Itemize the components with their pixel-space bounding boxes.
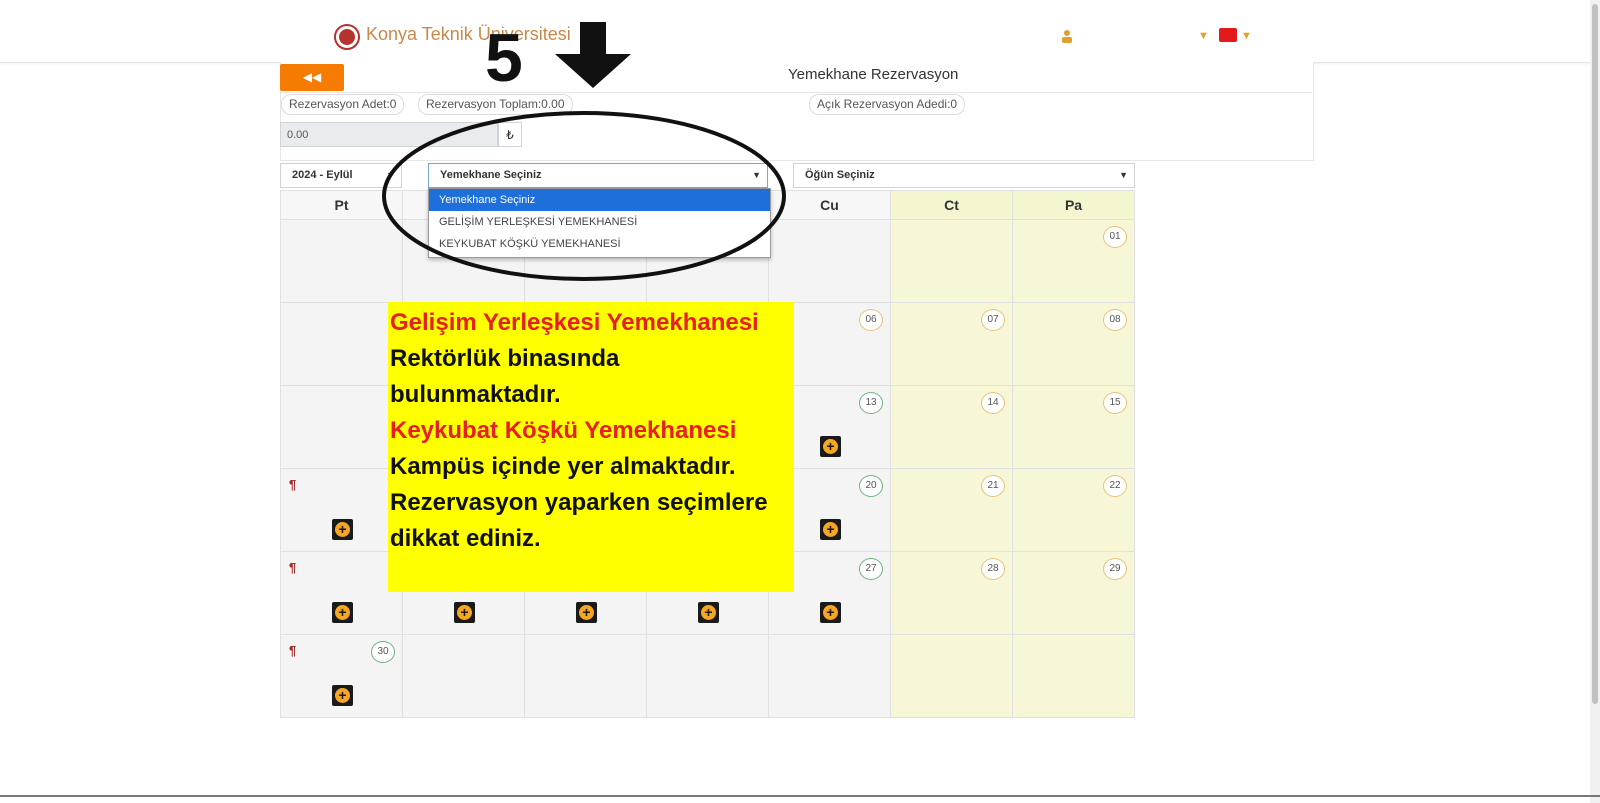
day-number: 21 <box>981 475 1005 497</box>
day-number: 29 <box>1103 558 1127 580</box>
add-reservation-button[interactable] <box>454 602 475 623</box>
day-number: 15 <box>1103 392 1127 414</box>
calendar-day-cell: 28 <box>890 551 1013 635</box>
calendar-day-cell <box>280 302 403 386</box>
top-navbar <box>0 0 1590 63</box>
calendar-week-row: ¶ 30 <box>280 634 1135 718</box>
calendar-day-cell: 01 <box>1012 219 1135 303</box>
calendar-day-cell: 29 <box>1012 551 1135 635</box>
chevron-down-icon: ▼ <box>752 170 761 180</box>
calendar-day-cell: ¶ <box>280 468 403 552</box>
day-number: 27 <box>859 558 883 580</box>
language-caret-icon[interactable]: ▼ <box>1241 30 1252 42</box>
note-highlight: Keykubat Köşkü Yemekhanesi <box>390 417 737 444</box>
calendar-day-cell <box>280 219 403 303</box>
dropdown-option[interactable]: KEYKUBAT KÖŞKÜ YEMEKHANESİ <box>429 233 770 255</box>
calendar-day-cell <box>890 219 1013 303</box>
day-header-pt: Pt <box>280 190 403 220</box>
open-reservation-badge: Açık Rezervasyon Adedi:0 <box>809 94 966 115</box>
fork-knife-icon: ¶ <box>289 560 297 575</box>
note-highlight: Gelişim Yerleşkesi Yemekhanesi <box>390 309 759 336</box>
instruction-note: Gelişim Yerleşkesi Yemekhanesi Rektörlük… <box>388 302 794 592</box>
calendar-day-cell <box>890 634 1013 718</box>
panel-divider <box>280 92 1312 93</box>
back-button[interactable]: ◀◀ <box>280 64 344 91</box>
meal-hall-dropdown-list: Yemekhane Seçiniz GELİŞİM YERLEŞKESİ YEM… <box>428 188 771 258</box>
meal-time-select-value: Öğün Seçiniz <box>805 169 875 181</box>
chevron-down-icon: ▼ <box>386 170 395 180</box>
user-menu-caret-icon[interactable]: ▼ <box>1198 30 1209 42</box>
day-header-ct: Ct <box>890 190 1013 220</box>
day-number: 20 <box>859 475 883 497</box>
turkish-flag-icon[interactable] <box>1219 28 1237 42</box>
meal-hall-select-value: Yemekhane Seçiniz <box>440 169 542 181</box>
day-number: 07 <box>981 309 1005 331</box>
arrow-down-icon <box>555 22 631 88</box>
calendar-day-cell: ¶ 30 <box>280 634 403 718</box>
bottom-divider <box>0 795 1600 797</box>
month-select-value: 2024 - Eylül <box>292 169 353 181</box>
calendar-day-cell <box>280 385 403 469</box>
day-number: 13 <box>859 392 883 414</box>
add-reservation-button[interactable] <box>820 436 841 457</box>
add-reservation-button[interactable] <box>576 602 597 623</box>
fork-knife-icon: ¶ <box>289 643 297 658</box>
calendar-day-cell <box>768 219 891 303</box>
day-header-pa: Pa <box>1012 190 1135 220</box>
logo-emblem <box>339 29 355 45</box>
calendar-day-cell <box>768 634 891 718</box>
day-number: 14 <box>981 392 1005 414</box>
day-header-cu: Cu <box>768 190 891 220</box>
day-number: 22 <box>1103 475 1127 497</box>
calendar-day-cell: 15 <box>1012 385 1135 469</box>
calendar-day-cell: 08 <box>1012 302 1135 386</box>
day-number: 06 <box>859 309 883 331</box>
add-reservation-button[interactable] <box>698 602 719 623</box>
step-number: 5 <box>485 20 523 96</box>
month-select[interactable]: 2024 - Eylül ▼ <box>280 163 402 188</box>
chevron-down-icon: ▼ <box>1119 170 1128 180</box>
dropdown-option[interactable]: GELİŞİM YERLEŞKESİ YEMEKHANESİ <box>429 211 770 233</box>
lira-currency-icon: ₺ <box>498 122 522 147</box>
calendar-day-cell <box>1012 634 1135 718</box>
add-reservation-button[interactable] <box>820 602 841 623</box>
fork-knife-icon: ¶ <box>289 477 297 492</box>
scrollbar-thumb[interactable] <box>1592 4 1598 704</box>
dropdown-option[interactable]: Yemekhane Seçiniz <box>429 189 770 211</box>
note-text: Rektörlük binasında bulunmaktadır. <box>390 345 620 408</box>
add-reservation-button[interactable] <box>820 519 841 540</box>
calendar-day-cell: ¶ <box>280 551 403 635</box>
calendar-day-cell <box>402 634 525 718</box>
day-number: 01 <box>1103 226 1127 248</box>
meal-time-select[interactable]: Öğün Seçiniz ▼ <box>793 163 1135 188</box>
day-number: 08 <box>1103 309 1127 331</box>
calendar-day-cell: 21 <box>890 468 1013 552</box>
reservation-count-badge: Rezervasyon Adet:0 <box>281 94 405 115</box>
user-icon[interactable] <box>1060 29 1074 43</box>
note-text: Kampüs içinde yer almaktadır. Rezervasyo… <box>390 453 768 552</box>
add-reservation-button[interactable] <box>332 519 353 540</box>
add-reservation-button[interactable] <box>332 602 353 623</box>
day-number: 30 <box>371 641 395 663</box>
calendar-day-cell <box>524 634 647 718</box>
panel-title: Yemekhane Rezervasyon <box>788 66 959 83</box>
day-number: 28 <box>981 558 1005 580</box>
calendar-day-cell <box>646 634 769 718</box>
calendar-day-cell: 14 <box>890 385 1013 469</box>
add-reservation-button[interactable] <box>332 685 353 706</box>
university-name[interactable]: Konya Teknik Üniversitesi <box>366 24 571 45</box>
total-amount-field: 0.00 <box>280 122 498 147</box>
meal-hall-select[interactable]: Yemekhane Seçiniz ▼ <box>428 163 768 188</box>
calendar-day-cell: 07 <box>890 302 1013 386</box>
calendar-day-cell: 22 <box>1012 468 1135 552</box>
